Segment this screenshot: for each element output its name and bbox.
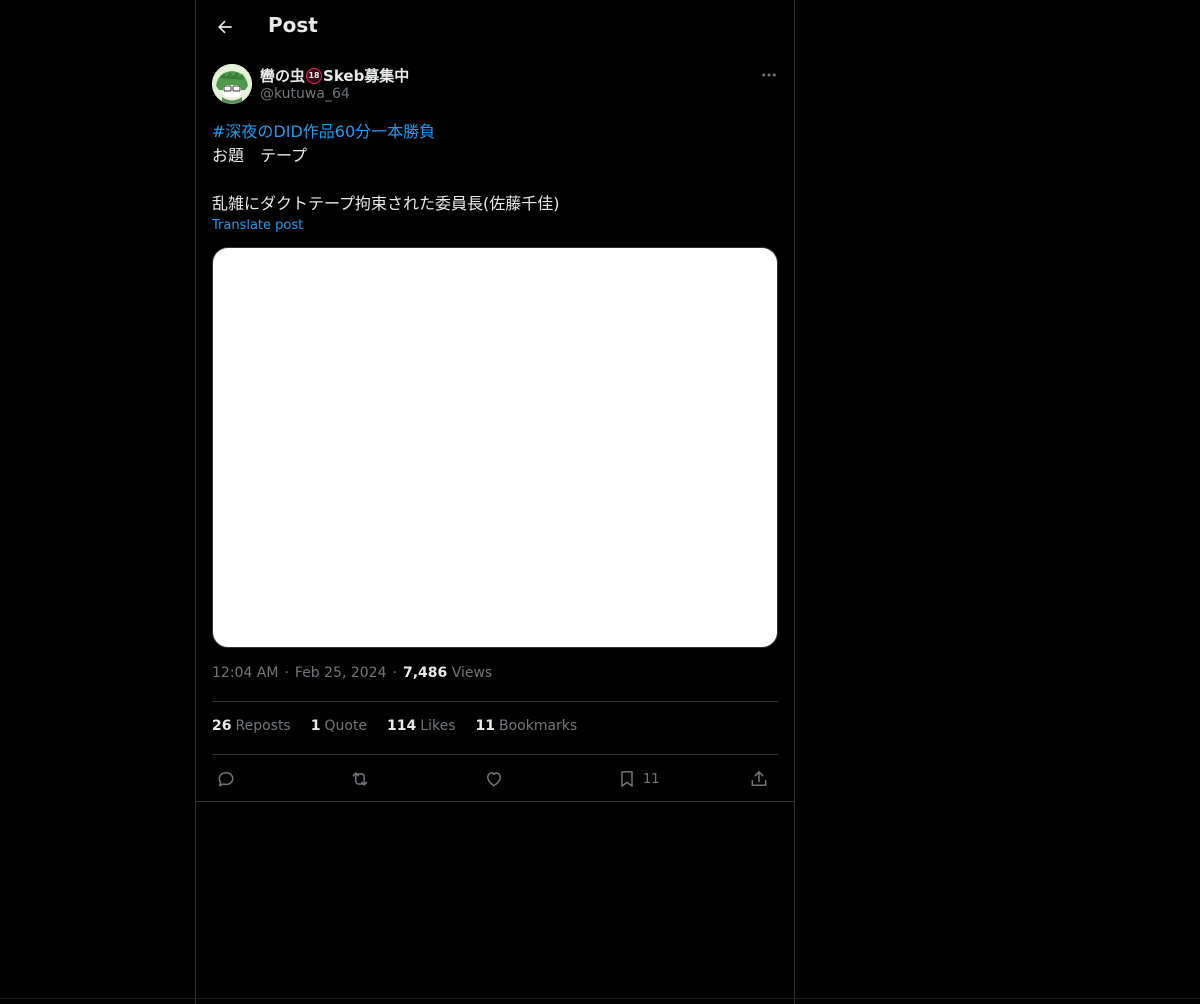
quote-count: 1 xyxy=(310,718,321,734)
meta-dot-2: · xyxy=(392,665,397,681)
reply-icon xyxy=(218,772,234,787)
post-meta: 12:04 AM · Feb 25, 2024 · 7,486 Views xyxy=(212,665,492,681)
engagement-stats: 26 Reposts 1 Quote 114 Likes 11 Bookmarks xyxy=(212,718,577,734)
hashtag-link[interactable]: #深夜のDID作品60分一本勝負 xyxy=(212,120,778,144)
post-time[interactable]: 12:04 AM xyxy=(212,665,278,681)
share-icon xyxy=(751,771,767,786)
author-name-suffix: Skeb募集中 xyxy=(323,67,410,85)
back-button[interactable] xyxy=(208,10,242,44)
reply-button[interactable] xyxy=(216,764,236,794)
bookmark-icon xyxy=(621,771,633,787)
post-date[interactable]: Feb 25, 2024 xyxy=(295,665,387,681)
bookmark-action-count: 11 xyxy=(643,771,660,787)
reposts-count: 26 xyxy=(212,718,232,734)
more-button[interactable] xyxy=(756,62,782,88)
post-column: Post 轡の虫 18 Skeb募集中 @kutuwa_64 #深夜のDID作品… xyxy=(195,0,795,1004)
bookmarks-label: Bookmarks xyxy=(498,718,578,734)
meta-dot-1: · xyxy=(284,665,289,681)
repost-button[interactable] xyxy=(349,764,371,794)
reposts-stat[interactable]: 26 Reposts xyxy=(212,718,291,734)
views-label: Views xyxy=(451,665,493,681)
repost-icon xyxy=(352,772,368,786)
post-media-placeholder[interactable] xyxy=(212,247,778,648)
author-name[interactable]: 轡の虫 18 Skeb募集中 xyxy=(260,65,409,86)
post-header: Post xyxy=(196,0,794,54)
author-handle[interactable]: @kutuwa_64 xyxy=(260,86,350,102)
post-text: #深夜のDID作品60分一本勝負 お題 テープ 乱雑にダクトテープ拘束された委員… xyxy=(212,120,778,216)
page-title: Post xyxy=(268,13,318,37)
views-count: 7,486 xyxy=(402,665,448,681)
action-bar: 11 xyxy=(212,764,778,794)
likes-stat[interactable]: 114 Likes xyxy=(387,718,455,734)
bookmark-button[interactable]: 11 xyxy=(617,764,660,794)
divider-top xyxy=(212,701,778,702)
likes-label: Likes xyxy=(420,718,456,734)
quotes-stat[interactable]: 1 Quote xyxy=(311,718,367,734)
quote-label: Quote xyxy=(324,718,368,734)
page-bottom-border xyxy=(0,998,1200,999)
share-button[interactable] xyxy=(749,764,769,794)
back-arrow-icon xyxy=(218,20,232,34)
divider-bottom xyxy=(212,754,778,755)
translate-post-link[interactable]: Translate post xyxy=(212,218,303,233)
like-icon xyxy=(487,772,501,787)
post-line-topic: お題 テープ xyxy=(212,146,308,165)
post-bottom-border xyxy=(196,801,794,802)
author-name-prefix: 轡の虫 xyxy=(260,67,306,85)
avatar-image xyxy=(212,64,252,104)
avatar[interactable] xyxy=(212,64,252,104)
like-button[interactable] xyxy=(484,764,504,794)
post-line-blank xyxy=(212,168,778,192)
more-icon xyxy=(762,73,776,77)
likes-count: 114 xyxy=(387,718,417,734)
r18-badge: 18 xyxy=(306,67,323,84)
reposts-label: Reposts xyxy=(235,718,291,734)
bookmarks-count: 11 xyxy=(475,718,495,734)
post-line-caption: 乱雑にダクトテープ拘束された委員長(佐藤千佳) xyxy=(212,194,560,213)
bookmarks-stat[interactable]: 11 Bookmarks xyxy=(476,718,578,734)
